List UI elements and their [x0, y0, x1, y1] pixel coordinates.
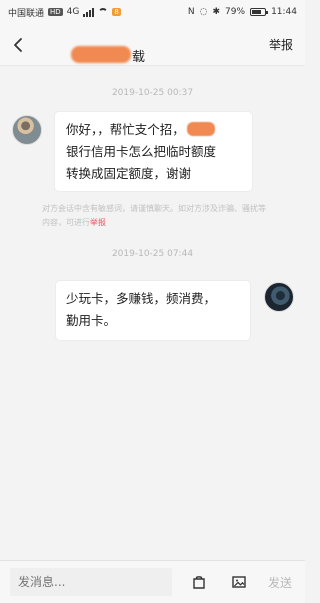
outgoing-message-bubble: 少玩卡，多赚钱，频消费， 勤用卡。 [56, 281, 250, 340]
image-button[interactable] [226, 569, 252, 595]
status-left: 中国联通 HD 4G 8 [8, 6, 121, 19]
status-bar: 中国联通 HD 4G 8 N ◌ ✱ 79% 11:44 [0, 0, 305, 24]
hd-badge: HD [48, 8, 63, 16]
title-visible-suffix: 载 [132, 49, 146, 65]
carrier-label: 中国联通 [8, 8, 45, 19]
signal-icon [83, 7, 95, 17]
redacted-name [71, 45, 131, 63]
top-navigation: 载 举报 [0, 24, 305, 66]
clock: 11:44 [271, 7, 297, 17]
report-button[interactable]: 举报 [261, 36, 305, 53]
contact-avatar[interactable] [12, 115, 42, 145]
user-avatar[interactable] [264, 282, 294, 312]
network-generation: 4G [66, 7, 80, 17]
redacted-text [186, 122, 215, 136]
send-button[interactable]: 发送 [268, 574, 292, 591]
incoming-message-bubble: 你好，，帮忙支个招， 银行信用卡怎么把临时额度 转换成固定额度，谢谢 [55, 112, 252, 191]
outgoing-message-line: 勤用卡。 [66, 313, 117, 328]
message-time: 2019-10-25 00:37 [111, 88, 194, 98]
warning-text: 对方会话中含有敏感词，请谨慎聊天。如对方涉及诈骗、骚扰等内容，可进行 [42, 204, 266, 227]
wifi-icon [98, 8, 109, 16]
bag-icon [193, 576, 205, 589]
battery-icon [250, 8, 269, 16]
bag-button[interactable] [186, 569, 212, 595]
back-arrow-icon [14, 37, 22, 52]
message-input[interactable] [10, 568, 172, 596]
image-icon [232, 576, 246, 588]
mute-icon: ◌ [199, 7, 208, 17]
battery-fill [252, 10, 262, 14]
message-time: 2019-10-25 07:44 [111, 249, 194, 259]
incoming-message-line: 你好，，帮忙支个招， [66, 119, 243, 141]
nfc-icon: N [187, 7, 195, 17]
warning-report-link[interactable]: 举报 [90, 218, 106, 227]
message-composer: 发送 [0, 560, 305, 603]
outgoing-message-line: 少玩卡，多赚钱，频消费， [66, 291, 217, 306]
back-button[interactable] [0, 24, 36, 66]
battery-percent: 79% [225, 7, 246, 17]
sensitive-warning: 对方会话中含有敏感词，请谨慎聊天。如对方涉及诈骗、骚扰等内容，可进行举报 [42, 202, 272, 230]
incoming-message-line: 转换成固定额度，谢谢 [66, 166, 192, 181]
incoming-message-line: 银行信用卡怎么把临时额度 [66, 144, 217, 159]
status-right: N ◌ ✱ 79% 11:44 [188, 7, 297, 17]
bluetooth-icon: ✱ [212, 7, 221, 17]
notification-badge: 8 [112, 8, 121, 16]
